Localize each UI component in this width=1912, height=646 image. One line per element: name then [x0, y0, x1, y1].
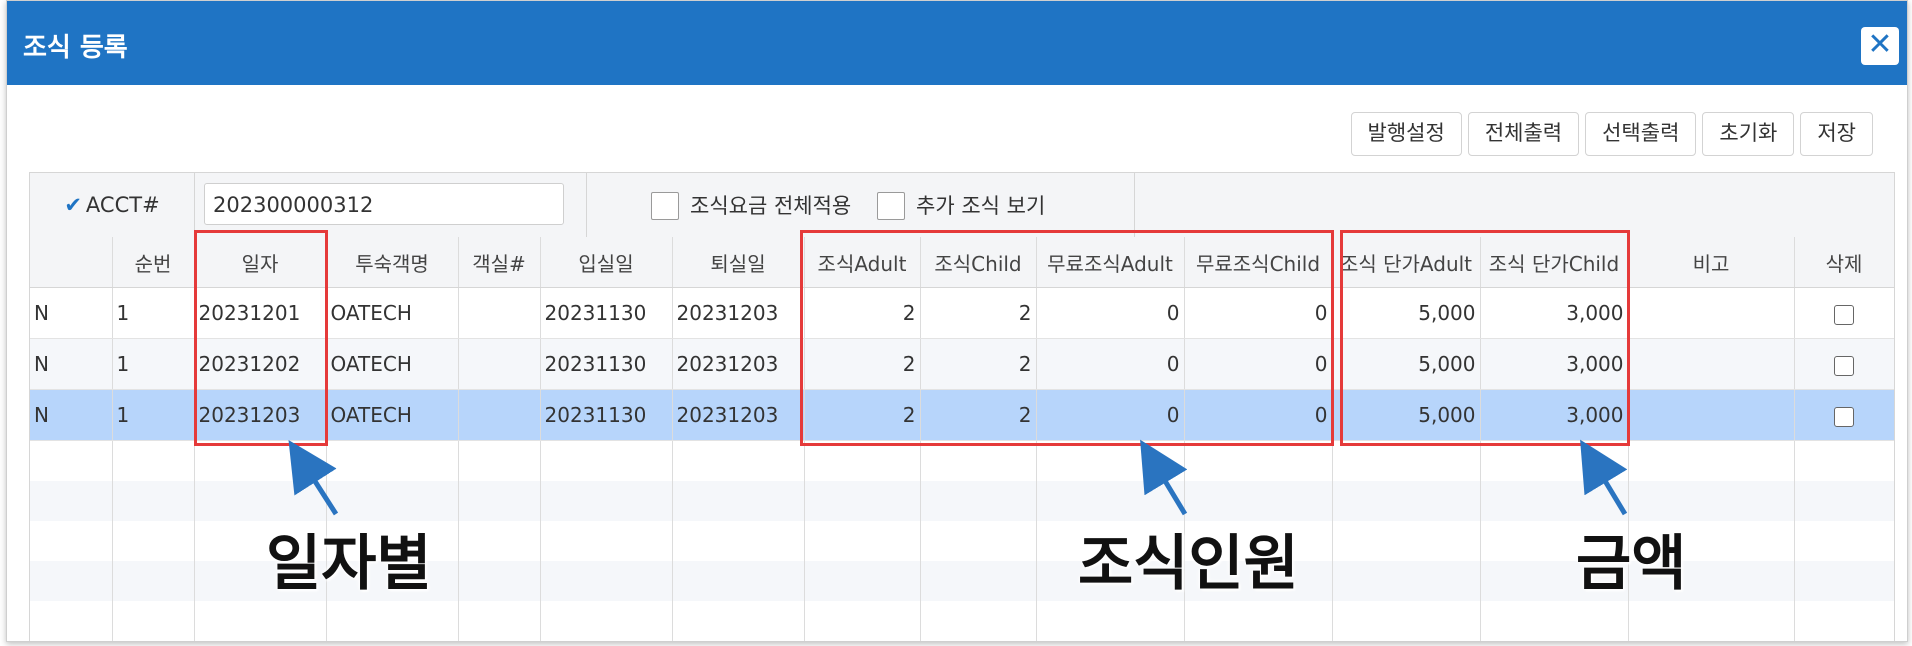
apply-all-label: 조식요금 전체적용 [690, 194, 852, 218]
reset-button[interactable]: 초기화 [1702, 112, 1795, 156]
cell-delete [1794, 389, 1894, 441]
annotation-by-date: 일자별 [266, 529, 432, 599]
cell-room[interactable] [458, 389, 541, 441]
cell-note[interactable] [1628, 338, 1795, 390]
filter-bar: ✔ ACCT# 202300000312 조식요금 전체적용 추가 조식 보기 [30, 173, 1894, 238]
cell-note[interactable] [1628, 287, 1795, 339]
col-guest-name[interactable]: 투숙객명 [326, 237, 459, 288]
show-extra-label: 추가 조식 보기 [916, 194, 1046, 218]
acct-label: ✔ ACCT# [30, 173, 195, 237]
highlight-date-column [194, 230, 328, 446]
annotation-headcount: 조식인원 [1078, 529, 1299, 599]
cell-status[interactable]: N [30, 389, 113, 441]
col-seq[interactable]: 순번 [112, 237, 195, 288]
cell-delete [1794, 287, 1894, 339]
acct-input[interactable]: 202300000312 [204, 183, 564, 225]
col-delete[interactable]: 삭제 [1794, 237, 1894, 288]
divider [1134, 173, 1135, 237]
delete-checkbox[interactable] [1834, 304, 1854, 325]
checkmark-icon: ✔ [64, 193, 82, 217]
cell-guest-name[interactable]: OATECH [326, 389, 459, 441]
cell-guest-name[interactable]: OATECH [326, 338, 459, 390]
col-status[interactable] [30, 237, 113, 288]
close-icon[interactable]: ✕ [1861, 27, 1899, 65]
cell-room[interactable] [458, 338, 541, 390]
cell-checkin[interactable]: 20231130 [540, 338, 673, 390]
cell-status[interactable]: N [30, 287, 113, 339]
apply-all-checkbox[interactable] [651, 192, 679, 220]
cell-checkin[interactable]: 20231130 [540, 287, 673, 339]
print-all-button[interactable]: 전체출력 [1467, 112, 1580, 156]
annotation-amount: 금액 [1576, 529, 1687, 599]
print-selected-button[interactable]: 선택출력 [1585, 112, 1697, 156]
highlight-amount-columns [1340, 230, 1630, 446]
cell-checkout[interactable]: 20231203 [672, 389, 805, 441]
cell-seq[interactable]: 1 [112, 287, 195, 339]
dialog-title: 조식 등록 [23, 33, 128, 63]
col-checkin[interactable]: 입실일 [540, 237, 673, 288]
issue-settings-button[interactable]: 발행설정 [1350, 112, 1462, 156]
col-checkout[interactable]: 퇴실일 [672, 237, 805, 288]
delete-checkbox[interactable] [1834, 355, 1854, 376]
show-extra-checkbox[interactable] [877, 192, 905, 220]
col-note[interactable]: 비고 [1628, 237, 1795, 288]
divider [586, 173, 587, 237]
cell-seq[interactable]: 1 [112, 389, 195, 441]
highlight-headcount-columns [800, 230, 1334, 446]
empty-row [30, 601, 1894, 641]
cell-checkout[interactable]: 20231203 [672, 338, 805, 390]
save-button[interactable]: 저장 [1800, 112, 1873, 156]
cell-note[interactable] [1628, 389, 1795, 441]
col-room[interactable]: 객실# [458, 237, 541, 288]
delete-checkbox[interactable] [1834, 406, 1854, 427]
cell-delete [1794, 338, 1894, 390]
title-bar: 조식 등록 ✕ [7, 1, 1907, 85]
toolbar: 발행설정 전체출력 선택출력 초기화 저장 [1350, 112, 1873, 156]
empty-row [30, 440, 1894, 481]
cell-seq[interactable]: 1 [112, 338, 195, 390]
cell-status[interactable]: N [30, 338, 113, 390]
cell-room[interactable] [458, 287, 541, 339]
cell-guest-name[interactable]: OATECH [326, 287, 459, 339]
cell-checkin[interactable]: 20231130 [540, 389, 673, 441]
acct-label-text: ACCT# [85, 193, 160, 217]
cell-checkout[interactable]: 20231203 [672, 287, 805, 339]
